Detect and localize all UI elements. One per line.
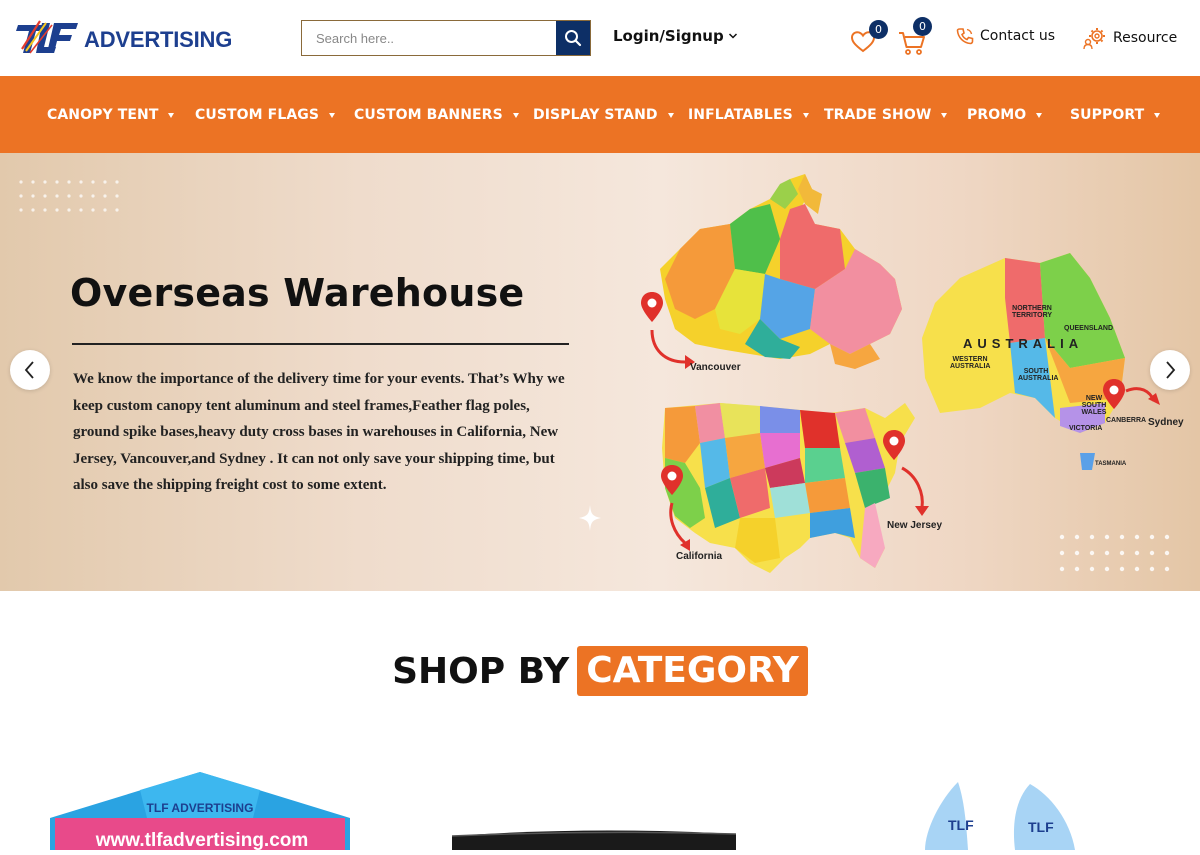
slider-next-button[interactable] [1150, 350, 1190, 390]
search-input[interactable] [302, 21, 556, 55]
hero-slider: Overseas Warehouse We know the importanc… [0, 153, 1200, 591]
logo-text: ADVERTISING [84, 27, 233, 52]
nav-label: CANOPY TENT [47, 107, 159, 123]
nav-item-trade-show[interactable]: TRADE SHOW [824, 107, 948, 123]
nav-item-custom-banners[interactable]: CUSTOM BANNERS [354, 107, 519, 123]
search-bar [301, 20, 591, 56]
map-label-queensland: QUEENSLAND [1064, 325, 1114, 332]
resource-label: Resource [1113, 30, 1178, 46]
caret-down-icon [802, 112, 809, 118]
hero-description: We know the importance of the delivery t… [73, 371, 565, 493]
chevron-right-icon [1166, 361, 1176, 379]
map-label-sydney: Sydney [1148, 417, 1184, 428]
wishlist-button[interactable]: 0 [850, 20, 888, 59]
nav-label: INFLATABLES [688, 107, 793, 123]
category-card-custom-banners[interactable] [448, 760, 738, 850]
wishlist-count-badge: 0 [869, 20, 888, 39]
category-card-canopy-tent[interactable]: TLF ADVERTISING www.tlfadvertising.com [50, 760, 350, 851]
slider-prev-button[interactable] [10, 350, 50, 390]
hero-title: Overseas Warehouse [70, 271, 525, 315]
nav-item-support[interactable]: SUPPORT [1070, 107, 1161, 123]
banner-image [451, 830, 737, 850]
caret-down-icon [1154, 112, 1161, 118]
sparkle-decoration [579, 505, 601, 531]
feather-flag-image: TLF TLF [925, 782, 1075, 850]
svg-text:TLF: TLF [948, 817, 974, 833]
location-pin-icon [661, 465, 690, 551]
nav-item-inflatables[interactable]: INFLATABLES [688, 107, 809, 123]
search-icon [565, 30, 582, 47]
svg-text:TLF: TLF [1028, 819, 1054, 835]
gear-user-icon [1083, 28, 1105, 50]
map-label-south-australia: SOUTH AUSTRALIA [1018, 368, 1059, 382]
dot-pattern-decoration [19, 180, 119, 212]
caret-down-icon [329, 112, 336, 118]
heading-text-black: SHOP BY [392, 650, 570, 692]
tlf-logo-mark [16, 19, 82, 55]
cart-button[interactable]: 0 [898, 17, 932, 61]
site-logo[interactable]: ADVERTISING [16, 18, 234, 56]
tent-banner-text: www.tlfadvertising.com [95, 830, 309, 851]
nav-item-custom-flags[interactable]: CUSTOM FLAGS [195, 107, 336, 123]
hero-divider [72, 343, 569, 345]
map-label-tasmania: TASMANIA [1095, 461, 1127, 467]
nav-item-canopy-tent[interactable]: CANOPY TENT [47, 107, 175, 123]
map-label-victoria: VICTORIA [1069, 425, 1103, 432]
tent-logo-text: TLF ADVERTISING [147, 801, 254, 815]
heading-text-orange: CATEGORY [577, 646, 808, 696]
site-header: ADVERTISING Login/Signup 0 0 [0, 0, 1200, 76]
chevron-down-icon [728, 33, 737, 39]
main-nav: CANOPY TENT CUSTOM FLAGS CUSTOM BANNERS … [0, 76, 1200, 153]
nav-label: SUPPORT [1070, 107, 1145, 123]
chevron-left-icon [24, 361, 34, 379]
caret-down-icon [941, 112, 948, 118]
nav-label: CUSTOM FLAGS [195, 107, 320, 123]
map-label-northern-territory: NORTHERN TERRITORY [1012, 305, 1053, 319]
caret-down-icon [1036, 112, 1043, 118]
search-button[interactable] [556, 21, 590, 55]
nav-item-promo[interactable]: PROMO [967, 107, 1043, 123]
caret-down-icon [667, 112, 674, 118]
caret-down-icon [168, 112, 175, 118]
nav-label: PROMO [967, 107, 1027, 123]
map-label-california: California [676, 551, 723, 562]
phone-icon [956, 28, 974, 45]
login-signup-link[interactable]: Login/Signup [613, 27, 738, 45]
map-label-vancouver: Vancouver [690, 362, 741, 373]
nav-item-display-stand[interactable]: DISPLAY STAND [533, 107, 674, 123]
category-card-custom-flags[interactable]: TLF TLF [920, 760, 1080, 850]
map-label-new-jersey: New Jersey [887, 520, 943, 531]
resource-link[interactable]: Resource [1083, 26, 1177, 50]
map-label-australia: AUSTRALIA [963, 336, 1084, 351]
dot-pattern-decoration [1059, 534, 1170, 572]
caret-down-icon [512, 112, 519, 118]
shop-by-category-heading: SHOP BY CATEGORY [0, 646, 1200, 696]
login-signup-label: Login/Signup [613, 27, 724, 45]
cart-count-badge: 0 [913, 17, 932, 36]
nav-label: DISPLAY STAND [533, 107, 658, 123]
contact-us-link[interactable]: Contact us [956, 27, 1055, 45]
map-label-western-australia: WESTERN AUSTRALIA [950, 356, 991, 370]
contact-us-label: Contact us [980, 28, 1056, 44]
nav-label: CUSTOM BANNERS [354, 107, 503, 123]
nav-label: TRADE SHOW [824, 107, 932, 123]
